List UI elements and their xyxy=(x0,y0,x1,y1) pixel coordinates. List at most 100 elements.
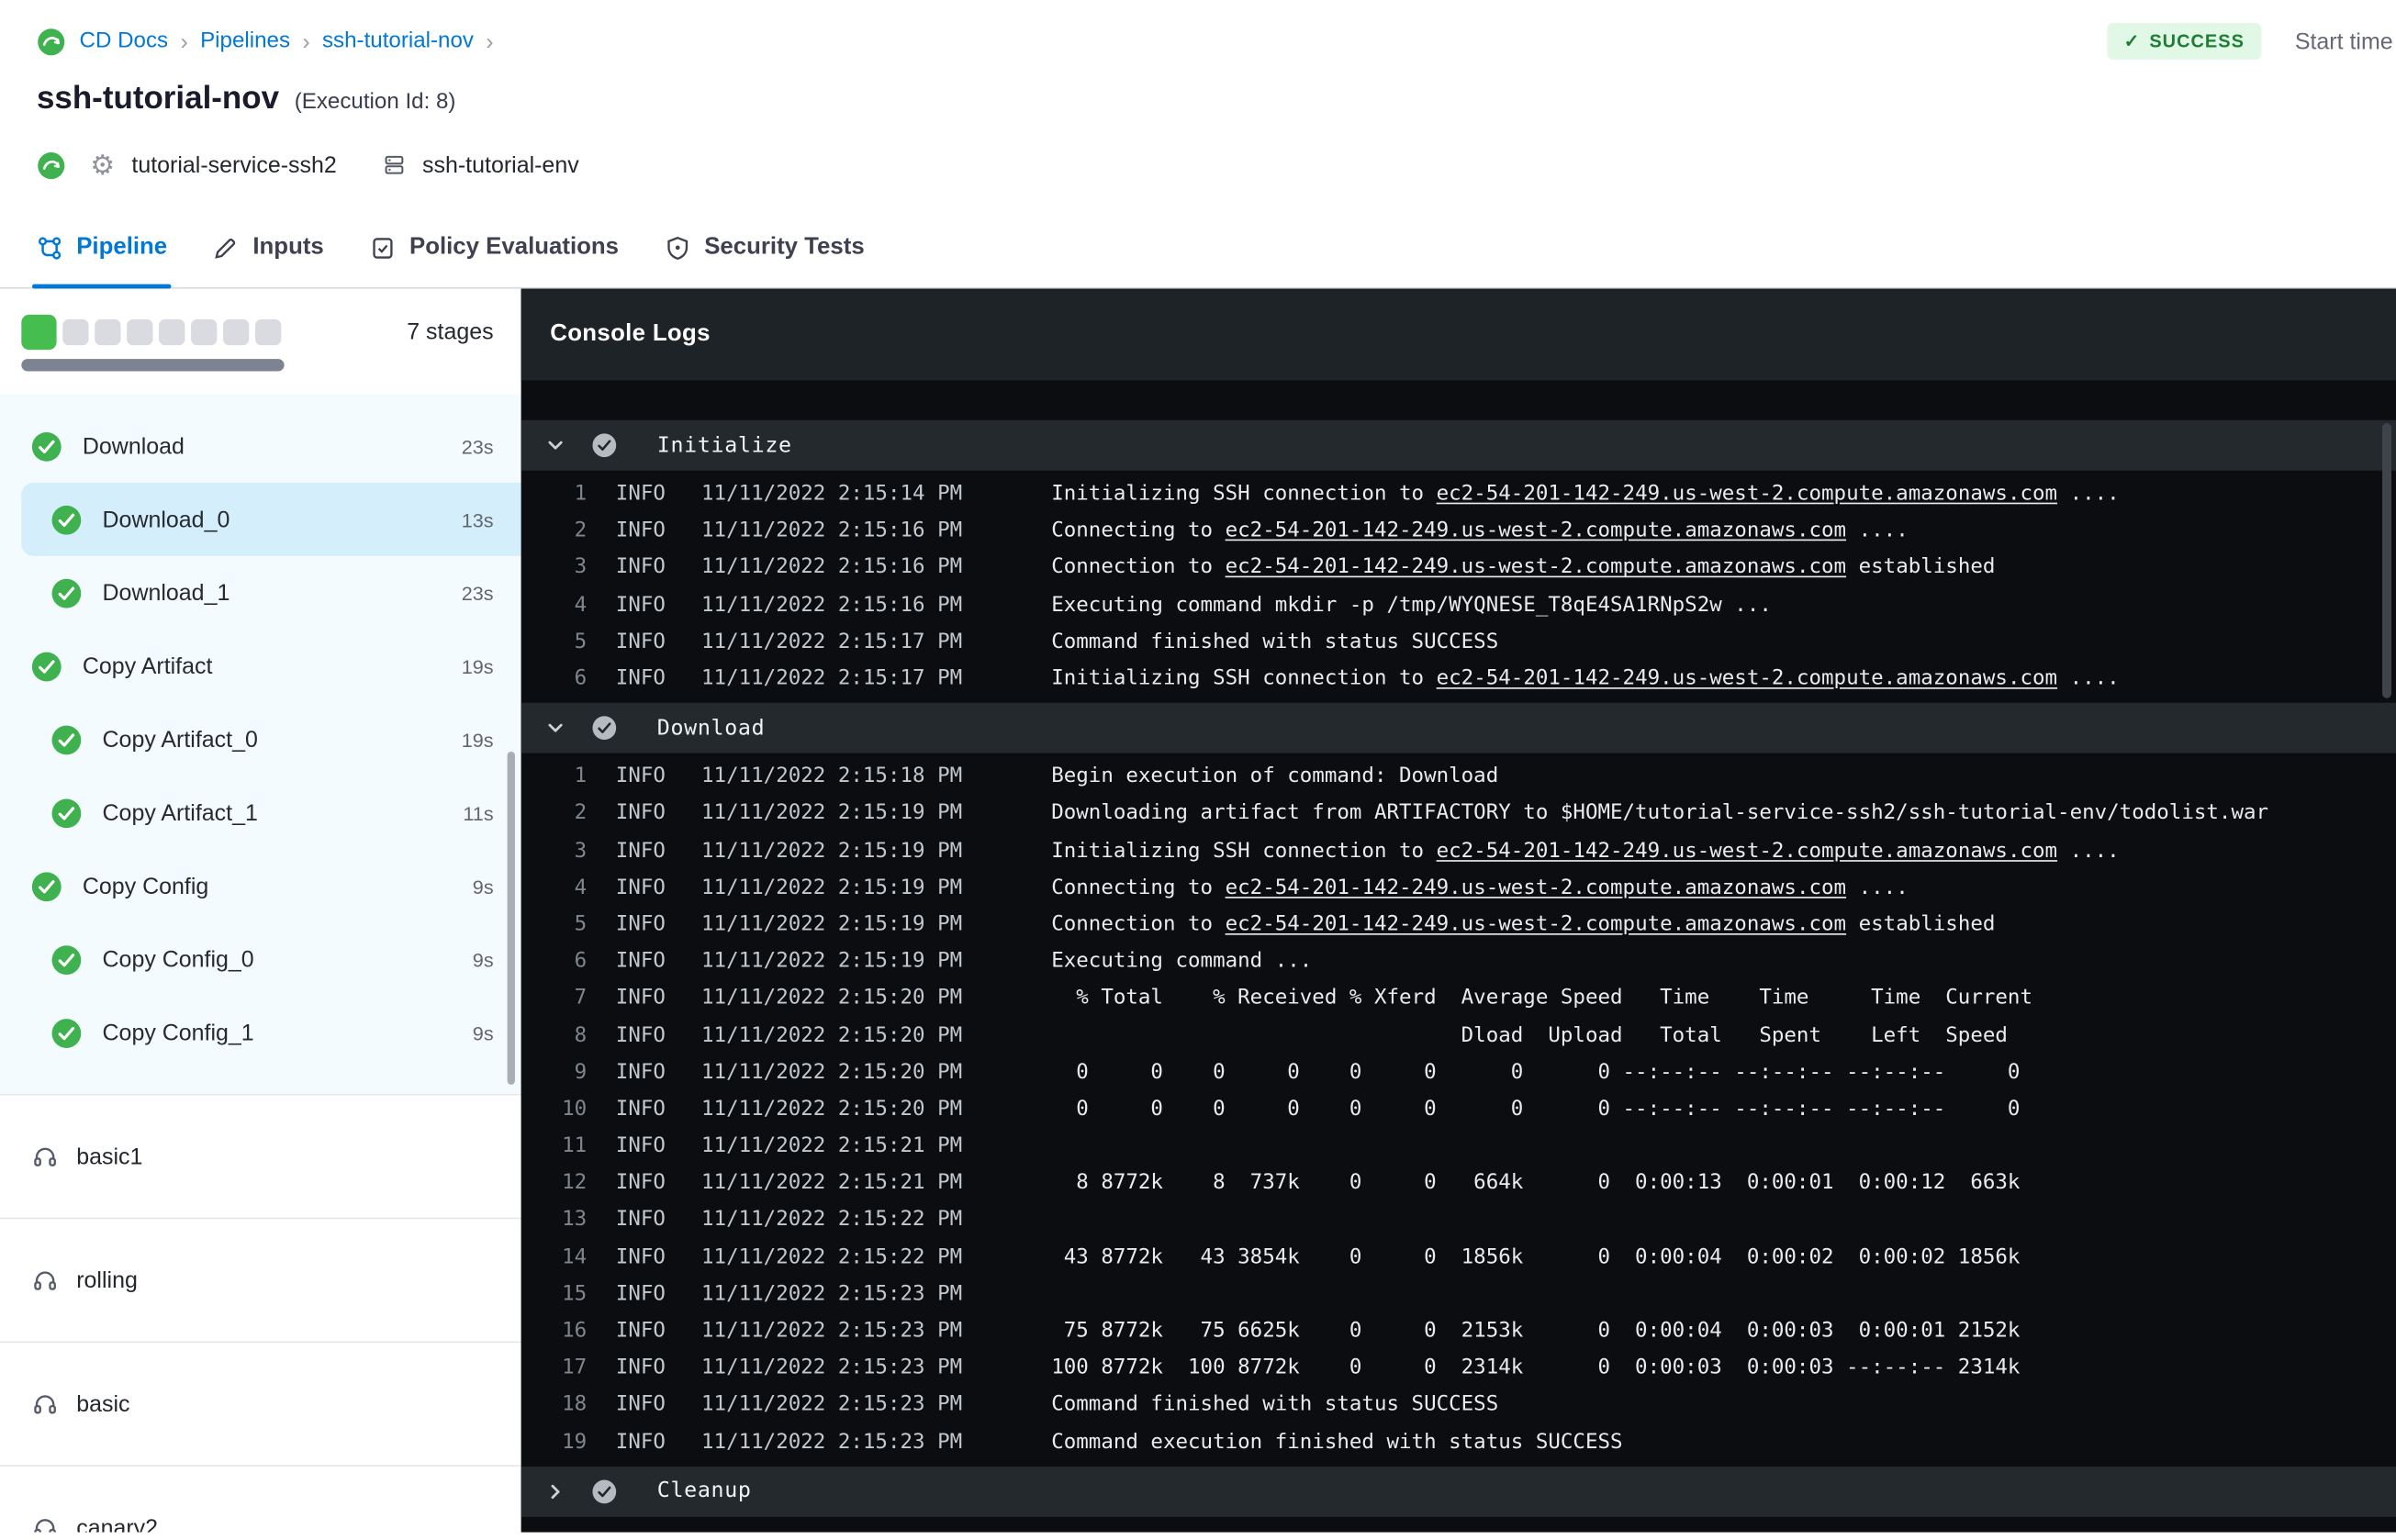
log-section-header[interactable]: Download xyxy=(521,702,2396,753)
stage-duration: 19s xyxy=(461,654,494,678)
log-timestamp: 11/11/2022 2:15:20 PM xyxy=(701,1096,963,1122)
log-level: INFO xyxy=(615,875,666,900)
service-name[interactable]: tutorial-service-ssh2 xyxy=(131,152,336,178)
stage-item[interactable]: Download_1 23s xyxy=(0,556,521,630)
success-check-icon xyxy=(30,650,62,682)
log-link[interactable]: ec2-54-201-142-249.us-west-2.compute.ama… xyxy=(1437,666,2057,691)
console-scrollbar[interactable] xyxy=(2382,423,2392,698)
log-link[interactable]: ec2-54-201-142-249.us-west-2.compute.ama… xyxy=(1226,519,1846,543)
stages-sidebar: 7 stages Download 23s Download_0 13s Downloa… xyxy=(0,288,521,1533)
log-line-number: 1 xyxy=(574,481,588,507)
log-text: Initializing SSH connection to xyxy=(1051,665,1437,691)
log-section-header[interactable]: Initialize xyxy=(521,419,2396,471)
environment-icon xyxy=(383,152,408,177)
log-link[interactable]: ec2-54-201-142-249.us-west-2.compute.ama… xyxy=(1226,875,1846,899)
log-link[interactable]: ec2-54-201-142-249.us-west-2.compute.ama… xyxy=(1226,912,1846,937)
tab-inputs[interactable]: Inputs xyxy=(213,207,324,287)
breadcrumb-link[interactable]: Pipelines xyxy=(200,29,290,54)
breadcrumb-link[interactable]: CD Docs xyxy=(80,29,169,54)
log-timestamp: 11/11/2022 2:15:17 PM xyxy=(701,665,963,691)
log-timestamp: 11/11/2022 2:15:20 PM xyxy=(701,1059,963,1085)
breadcrumb: CD Docs › Pipelines › ssh-tutorial-nov › xyxy=(80,28,506,54)
stage-duration: 13s xyxy=(461,508,494,531)
log-line: 6 INFO 11/11/2022 2:15:17 PM Initializing S… xyxy=(521,660,2396,697)
chevron-right-icon[interactable] xyxy=(545,1481,566,1501)
log-link[interactable]: ec2-54-201-142-249.us-west-2.compute.ama… xyxy=(1437,838,2057,863)
breadcrumb-separator-icon: › xyxy=(180,28,188,55)
log-line: 1 INFO 11/11/2022 2:15:14 PM Initializing S… xyxy=(521,475,2396,512)
status-success-icon xyxy=(591,1479,617,1504)
stage-label: Copy Artifact_1 xyxy=(102,799,258,826)
stage-icon xyxy=(32,1267,58,1293)
log-link[interactable]: ec2-54-201-142-249.us-west-2.compute.ama… xyxy=(1226,555,1846,580)
log-section-header[interactable]: Cleanup xyxy=(521,1466,2396,1517)
stage-item-collapsed[interactable]: rolling xyxy=(0,1217,521,1342)
stage-item[interactable]: Copy Artifact 19s xyxy=(0,630,521,703)
log-timestamp: 11/11/2022 2:15:23 PM xyxy=(701,1355,963,1380)
breadcrumb-link[interactable]: ssh-tutorial-nov xyxy=(322,29,474,54)
stage-item-collapsed[interactable]: basic1 xyxy=(0,1093,521,1218)
log-text: 75 8772k 75 6625k 0 0 2153k 0 0:00:04 0:… xyxy=(1051,1318,2021,1344)
log-link[interactable]: ec2-54-201-142-249.us-west-2.compute.ama… xyxy=(1437,481,2057,506)
stage-item[interactable]: Copy Config_1 9s xyxy=(0,996,521,1069)
page-title: ssh-tutorial-nov xyxy=(36,81,280,117)
log-line: 13 INFO 11/11/2022 2:15:22 PM xyxy=(521,1201,2396,1238)
log-line: 11 INFO 11/11/2022 2:15:21 PM xyxy=(521,1127,2396,1164)
status-badge-label: SUCCESS xyxy=(2149,30,2245,52)
success-check-icon xyxy=(50,503,83,535)
log-level: INFO xyxy=(615,1059,666,1085)
log-line: 7 INFO 11/11/2022 2:15:20 PM % Total % Rec… xyxy=(521,979,2396,1016)
chevron-down-icon[interactable] xyxy=(545,719,566,739)
stage-label: Copy Config_1 xyxy=(102,1020,254,1046)
log-line-number: 6 xyxy=(574,948,588,974)
log-line-number: 3 xyxy=(574,838,588,863)
log-timestamp: 11/11/2022 2:15:19 PM xyxy=(701,948,963,974)
log-text: .... xyxy=(2057,665,2120,691)
log-timestamp: 11/11/2022 2:15:18 PM xyxy=(701,764,963,789)
sidebar-scrollbar[interactable] xyxy=(507,751,515,1085)
stage-item-collapsed[interactable]: basic xyxy=(0,1341,521,1465)
stage-item[interactable]: Copy Config_0 9s xyxy=(0,922,521,996)
log-line: 14 INFO 11/11/2022 2:15:22 PM 43 8772k 43 … xyxy=(521,1238,2396,1275)
success-check-icon xyxy=(50,1017,83,1049)
log-timestamp: 11/11/2022 2:15:23 PM xyxy=(701,1392,963,1417)
log-line-number: 17 xyxy=(562,1355,588,1380)
tab-pipeline[interactable]: Pipeline xyxy=(31,207,173,289)
log-line-number: 2 xyxy=(574,518,588,543)
log-text: 100 8772k 100 8772k 0 0 2314k 0 0:00:03 … xyxy=(1051,1355,2021,1380)
stage-progress-scrollbar[interactable] xyxy=(21,359,285,372)
log-line-number: 3 xyxy=(574,555,588,580)
log-timestamp: 11/11/2022 2:15:14 PM xyxy=(701,481,963,507)
status-badge: ✓ SUCCESS xyxy=(2107,22,2262,60)
environment-name[interactable]: ssh-tutorial-env xyxy=(422,152,579,178)
stage-item[interactable]: Download_0 13s xyxy=(21,482,521,556)
log-text: Initializing SSH connection to xyxy=(1051,481,1437,507)
stage-progress-pending xyxy=(95,318,121,345)
stage-item-collapsed[interactable]: canary2 xyxy=(0,1465,521,1533)
log-text: 0 0 0 0 0 0 0 0 --:--:-- --:--:-- --:--:… xyxy=(1051,1096,2021,1122)
log-timestamp: 11/11/2022 2:15:23 PM xyxy=(701,1429,963,1454)
log-text: 0 0 0 0 0 0 0 0 --:--:-- --:--:-- --:--:… xyxy=(1051,1059,2021,1085)
stage-item[interactable]: Copy Artifact_1 11s xyxy=(0,776,521,850)
tab-security-tests[interactable]: Security Tests xyxy=(665,207,865,287)
log-text: Command execution finished with status S… xyxy=(1051,1429,1623,1454)
security-icon xyxy=(665,235,690,261)
tab-policy-evaluations[interactable]: Policy Evaluations xyxy=(370,207,619,287)
log-timestamp: 11/11/2022 2:15:20 PM xyxy=(701,1022,963,1048)
log-message: % Total % Received % Xferd Average Speed… xyxy=(1051,986,2032,1010)
stage-progress xyxy=(21,314,282,350)
stage-label: Copy Artifact_0 xyxy=(102,726,258,753)
stage-progress-row: 7 stages xyxy=(21,312,494,352)
log-level: INFO xyxy=(615,838,666,863)
log-line: 2 INFO 11/11/2022 2:15:16 PM Connecting to … xyxy=(521,512,2396,549)
log-text: Dload Upload Total Spent Left Speed xyxy=(1051,1022,2008,1048)
log-level: INFO xyxy=(615,1429,666,1454)
stage-item[interactable]: Download 23s xyxy=(0,409,521,483)
log-line: 12 INFO 11/11/2022 2:15:21 PM 8 8772k 8 73… xyxy=(521,1165,2396,1201)
log-line-number: 14 xyxy=(562,1244,588,1269)
stage-item[interactable]: Copy Artifact_0 19s xyxy=(0,703,521,776)
stage-item[interactable]: Copy Config 9s xyxy=(0,849,521,922)
cd-icon xyxy=(37,151,66,180)
chevron-down-icon[interactable] xyxy=(545,435,566,455)
log-level: INFO xyxy=(615,1096,666,1122)
